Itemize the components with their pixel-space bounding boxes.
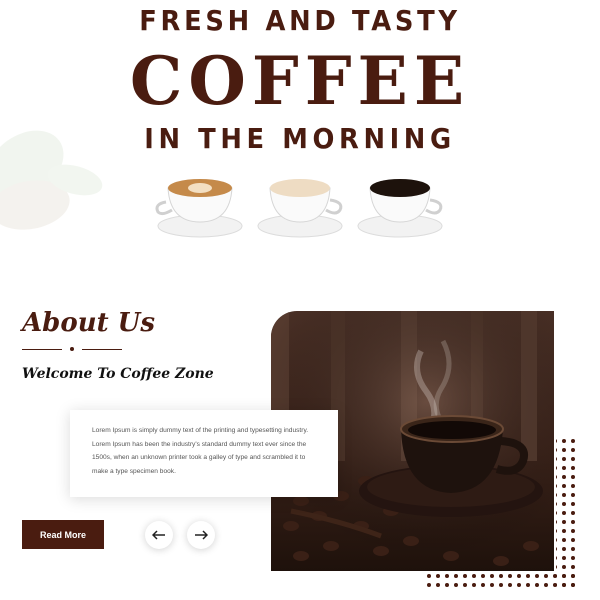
- about-title: About Us: [22, 308, 155, 338]
- divider-dot: [70, 347, 74, 351]
- read-more-button[interactable]: Read More: [22, 520, 104, 549]
- about-subtitle: Welcome To Coffee Zone: [22, 366, 214, 382]
- black-coffee-cup-icon: [357, 179, 443, 238]
- about-body-line: Lorem Ipsum has been the industry's stan…: [92, 440, 307, 448]
- hero-tagline-top: FRESH AND TASTY: [139, 4, 461, 37]
- prev-button[interactable]: [145, 521, 173, 549]
- arrow-left-icon: [152, 530, 165, 540]
- divider-line-right: [82, 349, 122, 350]
- next-button[interactable]: [187, 521, 215, 549]
- hero-title: COFFEE: [129, 42, 471, 120]
- title-divider: [22, 345, 122, 355]
- about-body-line: make a type specimen book.: [92, 467, 176, 475]
- divider-line-left: [22, 349, 62, 350]
- hero-tagline-bottom: IN THE MORNING: [144, 122, 456, 155]
- about-body-line: 1500s, when an unknown printer took a ga…: [92, 454, 306, 461]
- about-body-line: Lorem Ipsum is simply dummy text of the …: [92, 427, 309, 434]
- cappuccino-cup-icon: [257, 179, 343, 238]
- about-text-card: Lorem Ipsum is simply dummy text of the …: [70, 410, 338, 497]
- latte-art-cup-icon: [155, 179, 243, 238]
- arrow-right-icon: [195, 530, 208, 540]
